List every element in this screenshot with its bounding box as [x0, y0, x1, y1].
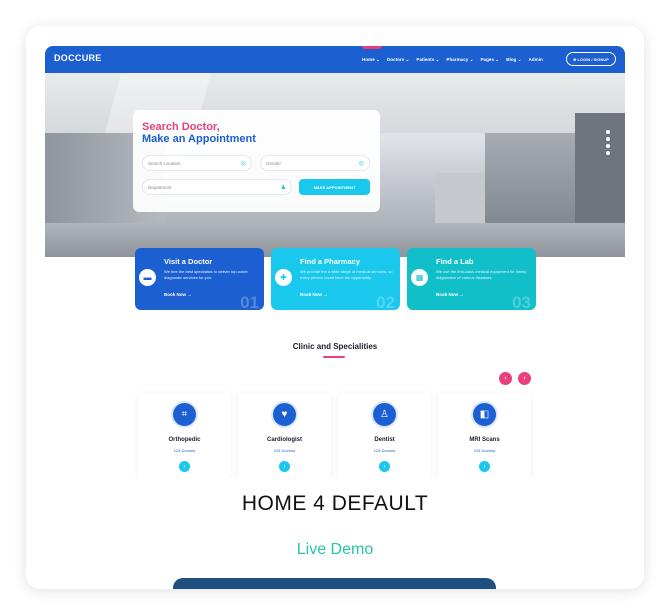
user-icon: ♟ [280, 185, 286, 191]
nav-pharmacy[interactable]: Pharmacy ⌄ [446, 57, 473, 63]
speciality-name: Dentist [374, 437, 395, 443]
book-now-link[interactable]: Book Now → [436, 292, 464, 297]
speciality-card[interactable]: ◧ MRI Scans 124 Doctors › [438, 393, 531, 478]
service-number: 03 [512, 293, 531, 310]
bottom-button-bar[interactable] [173, 578, 496, 589]
arrow-right-icon[interactable]: › [379, 461, 390, 472]
service-title: Find a Lab [436, 257, 474, 266]
heart-icon: ♥ [271, 401, 298, 428]
live-demo-link[interactable]: Live Demo [26, 541, 644, 559]
department-placeholder: Department [148, 184, 172, 190]
next-arrow-icon[interactable]: › [518, 372, 531, 385]
login-signup-button[interactable]: ⊕ LOGIN / SIGNUP [566, 52, 616, 66]
slider-dot[interactable] [606, 137, 610, 141]
target-icon: ◎ [240, 161, 246, 167]
arrow-right-icon[interactable]: › [279, 461, 290, 472]
book-now-link[interactable]: Book Now → [164, 292, 192, 297]
speciality-name: MRI Scans [469, 437, 500, 443]
nav-menu: Home ⌄ Doctors ⌄ Patients ⌄ Pharmacy ⌄ P… [362, 46, 543, 73]
location-field[interactable]: Search Location ◎ [142, 155, 252, 171]
service-title: Visit a Doctor [164, 257, 213, 266]
slider-dots[interactable] [606, 130, 610, 155]
service-number: 02 [376, 293, 395, 310]
speciality-name: Cardiologist [266, 437, 302, 443]
nav-patients[interactable]: Patients ⌄ [416, 57, 439, 63]
speciality-card[interactable]: ♥ Cardiologist 124 Doctors › [238, 393, 331, 478]
nav-pages[interactable]: Pages ⌄ [480, 57, 499, 63]
department-field[interactable]: Department ♟ [142, 179, 292, 195]
slider-dot[interactable] [606, 144, 610, 148]
doctor-count: 124 Doctors [173, 448, 196, 453]
speciality-card[interactable]: ⌗ Orthopedic 124 Doctors › [138, 393, 231, 478]
demo-card: DOCCURE Home ⌄ Doctors ⌄ Patients ⌄ Phar… [26, 26, 644, 589]
search-box: Search Doctor, Make an Appointment Searc… [133, 110, 380, 212]
service-visit-doctor[interactable]: ▬ Visit a Doctor We hire the best specia… [135, 248, 264, 310]
service-desc: We use the first-class medical equipment… [436, 269, 527, 280]
search-subtitle: Make an Appointment [142, 133, 256, 145]
nav-admin[interactable]: Admin [528, 57, 542, 62]
service-title: Find a Pharmacy [300, 257, 361, 266]
service-number: 01 [240, 293, 259, 310]
service-find-pharmacy[interactable]: ✚ Find a Pharmacy We provide the a wide … [271, 248, 400, 310]
location-placeholder: Search Location [148, 160, 181, 166]
slider-dot[interactable] [606, 151, 610, 155]
homepage-preview[interactable]: DOCCURE Home ⌄ Doctors ⌄ Patients ⌄ Phar… [45, 46, 625, 478]
demo-caption: HOME 4 DEFAULT [241, 492, 429, 515]
doctor-count: 124 Doctors [273, 448, 296, 453]
arrow-right-icon[interactable]: › [179, 461, 190, 472]
service-find-lab[interactable]: ▦ Find a Lab We use the first-class medi… [407, 248, 536, 310]
gender-placeholder: Gender [266, 160, 282, 166]
service-desc: We hire the best specialists to deliver … [164, 269, 248, 280]
lab-icon: ▦ [411, 269, 428, 286]
mri-icon: ◧ [471, 401, 498, 428]
gender-icon: ◎ [358, 161, 364, 167]
service-desc: We provide the a wide range of medical s… [300, 269, 393, 280]
arrow-right-icon[interactable]: › [479, 461, 490, 472]
logo[interactable]: DOCCURE [54, 53, 102, 63]
gender-field[interactable]: Gender ◎ [260, 155, 370, 171]
navbar: DOCCURE Home ⌄ Doctors ⌄ Patients ⌄ Phar… [45, 46, 625, 73]
title-underline [323, 356, 345, 358]
clinic-section-title: Clinic and Specialities [292, 342, 378, 351]
hero-banner: Search Doctor, Make an Appointment Searc… [45, 73, 625, 257]
prev-arrow-icon[interactable]: ‹ [499, 372, 512, 385]
hero-door [485, 133, 575, 233]
search-title: Search Doctor, [142, 121, 220, 133]
tooth-icon: ♙ [371, 401, 398, 428]
book-now-link[interactable]: Book Now → [300, 292, 328, 297]
make-appointment-button[interactable]: MAKE APPOINTMENT [299, 179, 370, 195]
speciality-name: Orthopedic [168, 437, 201, 443]
doctor-count: 124 Doctors [373, 448, 396, 453]
slider-dot[interactable] [606, 130, 610, 134]
bone-icon: ⌗ [171, 401, 198, 428]
nav-home[interactable]: Home ⌄ [362, 57, 380, 63]
nav-blog[interactable]: Blog ⌄ [506, 57, 521, 63]
nav-doctors[interactable]: Doctors ⌄ [387, 57, 409, 63]
doctor-count: 124 Doctors [473, 448, 496, 453]
speciality-card[interactable]: ♙ Dentist 124 Doctors › [338, 393, 431, 478]
bed-icon: ▬ [139, 269, 156, 286]
pharmacy-icon: ✚ [275, 269, 292, 286]
